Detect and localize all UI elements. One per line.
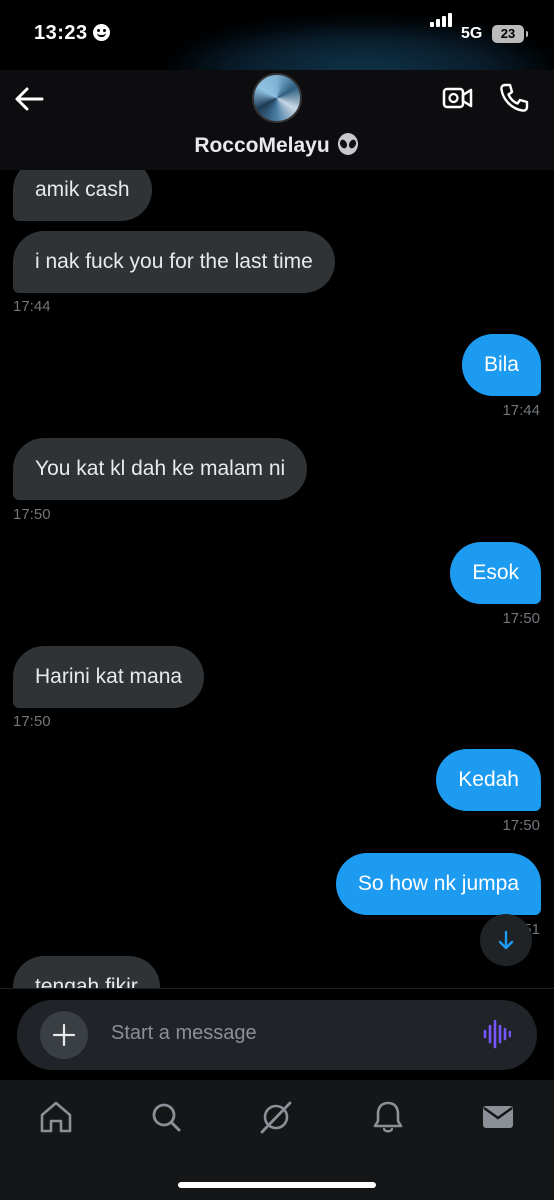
message-bubble-incoming[interactable]: amik cash [13, 170, 152, 221]
phone-call-icon[interactable] [498, 82, 530, 114]
message-timestamp: 17:44 [502, 402, 540, 419]
video-call-icon[interactable] [442, 84, 474, 112]
add-attachment-button[interactable] [40, 1011, 88, 1059]
message-bubble-incoming[interactable]: i nak fuck you for the last time [13, 231, 335, 293]
message-list[interactable]: amik cash i nak fuck you for the last ti… [0, 170, 554, 988]
message-timestamp: 17:50 [13, 713, 51, 730]
message-input[interactable]: Start a message [111, 1022, 257, 1045]
plus-icon [52, 1023, 76, 1047]
message-timestamp: 17:50 [13, 506, 51, 523]
contact-name-text: RoccoMelayu [194, 134, 330, 157]
message-composer[interactable] [17, 1000, 537, 1070]
focus-smiley-icon [92, 24, 110, 41]
messages-icon[interactable] [479, 1098, 517, 1136]
battery-icon: 23 [492, 25, 528, 43]
grok-icon[interactable] [257, 1098, 295, 1136]
contact-name[interactable]: RoccoMelayu [0, 132, 554, 158]
status-time-text: 13:23 [34, 22, 88, 44]
home-indicator [178, 1182, 376, 1188]
home-icon[interactable] [37, 1098, 75, 1136]
network-type: 5G [461, 25, 483, 42]
notifications-icon[interactable] [369, 1098, 407, 1136]
message-bubble-outgoing[interactable]: So how nk jumpa [335, 853, 541, 915]
arrow-down-icon [498, 930, 514, 950]
voice-waveform-icon[interactable] [483, 1018, 511, 1050]
message-bubble-outgoing[interactable]: Bila [461, 334, 541, 396]
message-bubble-outgoing[interactable]: Esok [450, 542, 541, 604]
message-bubble-incoming[interactable]: You kat kl dah ke malam ni [13, 438, 308, 500]
alien-emoji-icon [337, 133, 358, 155]
status-bar: 13:23 5G 23 [0, 0, 554, 70]
status-time: 13:23 [34, 22, 110, 45]
avatar[interactable] [252, 73, 302, 123]
message-bubble-outgoing[interactable]: Kedah [436, 749, 541, 811]
search-icon[interactable] [147, 1098, 185, 1136]
message-timestamp: 17:44 [13, 298, 51, 315]
message-timestamp: 17:50 [502, 610, 540, 627]
back-arrow-icon[interactable] [14, 86, 44, 112]
message-bubble-incoming[interactable]: Harini kat mana [13, 646, 205, 708]
message-bubble-incoming[interactable]: tengah fikir [13, 956, 160, 988]
scroll-to-bottom-button[interactable] [480, 914, 532, 966]
message-timestamp: 17:50 [502, 817, 540, 834]
